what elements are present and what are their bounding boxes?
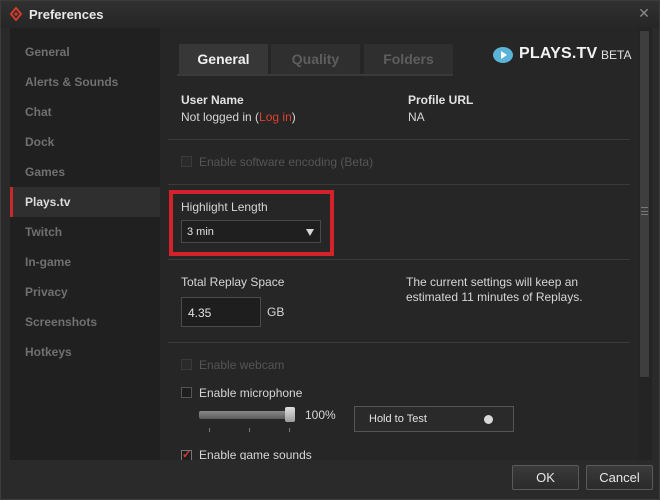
- profile-url-label: Profile URL: [408, 93, 474, 107]
- cancel-button[interactable]: Cancel: [586, 465, 653, 490]
- sidebar-item-alerts-sounds[interactable]: Alerts & Sounds: [10, 67, 160, 97]
- tab-general[interactable]: General: [179, 44, 268, 74]
- hold-to-test-label: Hold to Test: [369, 413, 427, 425]
- replay-space-unit: GB: [267, 305, 285, 319]
- profile-url-value: NA: [408, 110, 425, 124]
- sidebar: General Alerts & Sounds Chat Dock Games …: [10, 28, 160, 460]
- brand-name: PLAYS.TV: [519, 45, 598, 62]
- scrollbar-thumb[interactable]: [640, 31, 649, 377]
- replay-space-input[interactable]: 4.35: [181, 297, 261, 327]
- sidebar-item-chat[interactable]: Chat: [10, 97, 160, 127]
- checkmark-icon: ✓: [182, 449, 192, 460]
- app-logo-icon: [9, 7, 23, 21]
- user-status-end: ): [291, 110, 296, 124]
- divider: [168, 259, 630, 260]
- slider-tick: [209, 428, 210, 432]
- slider-tick: [289, 428, 290, 432]
- microphone-label: Enable microphone: [199, 386, 303, 400]
- sidebar-item-hotkeys[interactable]: Hotkeys: [10, 337, 160, 367]
- tab-quality[interactable]: Quality: [271, 44, 360, 74]
- replay-note-line2: estimated 11 minutes of Replays.: [406, 290, 583, 304]
- tab-underline: [177, 74, 453, 76]
- sidebar-item-games[interactable]: Games: [10, 157, 160, 187]
- sidebar-item-twitch[interactable]: Twitch: [10, 217, 160, 247]
- user-status-text: Not logged in (: [181, 110, 260, 124]
- user-status: Not logged in (Log in): [181, 110, 296, 124]
- hold-to-test-button[interactable]: Hold to Test: [354, 406, 514, 432]
- user-name-label: User Name: [181, 93, 244, 107]
- window-title: Preferences: [29, 7, 104, 22]
- preferences-window: Preferences ✕ General Alerts & Sounds Ch…: [0, 0, 660, 500]
- settings-scrollbar[interactable]: [638, 28, 652, 460]
- sidebar-item-in-game[interactable]: In-game: [10, 247, 160, 277]
- microphone-volume-slider[interactable]: [199, 411, 295, 419]
- sidebar-item-screenshots[interactable]: Screenshots: [10, 307, 160, 337]
- close-icon[interactable]: ✕: [637, 6, 651, 20]
- login-link[interactable]: Log in: [259, 110, 292, 124]
- microphone-volume-thumb[interactable]: [285, 407, 295, 422]
- settings-panel: General Quality Folders PLAYS.TV BETA Us…: [160, 28, 638, 460]
- highlight-length-dropdown[interactable]: 3 min: [181, 220, 321, 243]
- game-sounds-checkbox[interactable]: ✓: [181, 449, 192, 460]
- sidebar-item-general[interactable]: General: [10, 37, 160, 67]
- sidebar-item-playstv[interactable]: Plays.tv: [10, 187, 160, 217]
- ok-button[interactable]: OK: [512, 465, 579, 490]
- playstv-logo-icon: [493, 47, 513, 63]
- brand-beta: BETA: [601, 48, 632, 62]
- microphone-checkbox[interactable]: [181, 387, 192, 398]
- sidebar-item-dock[interactable]: Dock: [10, 127, 160, 157]
- microphone-volume-value: 100%: [305, 408, 336, 422]
- divider: [168, 139, 630, 140]
- webcam-checkbox[interactable]: [181, 359, 192, 370]
- highlight-length-label: Highlight Length: [181, 200, 268, 214]
- software-encoding-checkbox[interactable]: [181, 156, 192, 167]
- tab-folders[interactable]: Folders: [364, 44, 453, 74]
- chevron-down-icon: [306, 229, 314, 236]
- highlight-length-value: 3 min: [187, 226, 214, 238]
- divider: [168, 342, 630, 343]
- replay-space-label: Total Replay Space: [181, 275, 285, 289]
- scroll-grip-icon: [641, 207, 648, 215]
- replay-note-line1: The current settings will keep an: [406, 275, 579, 289]
- webcam-label: Enable webcam: [199, 358, 285, 372]
- slider-tick: [249, 428, 250, 432]
- sidebar-item-privacy[interactable]: Privacy: [10, 277, 160, 307]
- record-indicator-icon: [484, 415, 493, 424]
- game-sounds-label: Enable game sounds: [199, 448, 312, 460]
- title-bar: Preferences ✕: [1, 1, 659, 28]
- divider: [168, 184, 630, 185]
- software-encoding-label: Enable software encoding (Beta): [199, 155, 374, 169]
